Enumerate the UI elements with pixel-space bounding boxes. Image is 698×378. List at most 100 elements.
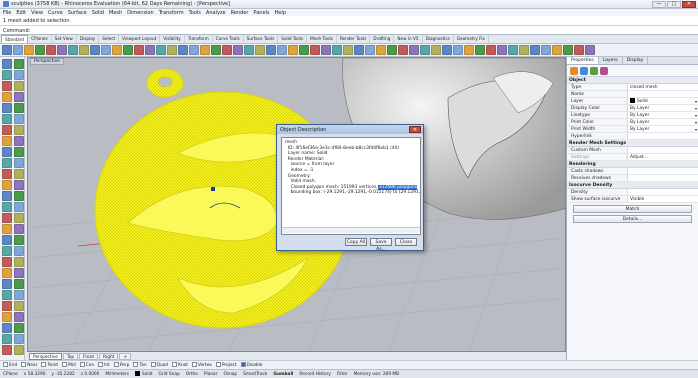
side-tool-icon[interactable] (14, 334, 24, 344)
side-tool-icon[interactable] (14, 92, 24, 102)
property-value[interactable]: Solid ▾ (627, 98, 698, 104)
side-tool-icon[interactable] (14, 70, 24, 80)
side-tool-icon[interactable] (14, 257, 24, 267)
side-tool-icon[interactable] (2, 103, 12, 113)
toolbar-tool-icon[interactable] (57, 45, 67, 55)
close-window-button[interactable]: ✕ (682, 1, 696, 8)
checkbox[interactable] (79, 362, 85, 367)
tab-new-in-v5[interactable]: New in V5 (394, 35, 423, 43)
side-tool-icon[interactable] (14, 290, 24, 300)
panel-tab-display[interactable]: Display (623, 57, 649, 64)
side-tool-icon[interactable] (14, 279, 24, 289)
osnap-int[interactable]: Int (98, 362, 110, 368)
close-button[interactable]: Close (395, 238, 417, 246)
details-button[interactable]: Details... (573, 215, 692, 223)
side-tool-icon[interactable] (14, 213, 24, 223)
save-as-button[interactable]: Save As... (370, 238, 392, 252)
toolbar-tool-icon[interactable] (431, 45, 441, 55)
toolbar-tool-icon[interactable] (519, 45, 529, 55)
side-tool-icon[interactable] (2, 169, 12, 179)
panel-tab-properties[interactable]: Properties (567, 57, 599, 64)
object-description-text[interactable]: mesh ID: 4f16ef36a-3e3c-4f84-8eeb-b8cc3f… (281, 137, 421, 235)
tab-set-view[interactable]: Set View (52, 35, 77, 43)
osnap-near[interactable]: Near (21, 362, 37, 368)
side-tool-icon[interactable] (14, 125, 24, 135)
toolbar-tool-icon[interactable] (321, 45, 331, 55)
property-value[interactable]: closed mesh (627, 84, 698, 90)
viewtab-perspective[interactable]: Perspective (29, 352, 62, 360)
side-tool-icon[interactable] (14, 235, 24, 245)
osnap-perp[interactable]: Perp (113, 362, 129, 368)
tab-select[interactable]: Select (99, 35, 120, 43)
side-tool-icon[interactable] (14, 158, 24, 168)
menu-mesh[interactable]: Mesh (109, 10, 122, 16)
texture-mapping-icon[interactable] (590, 66, 598, 75)
toolbar-tool-icon[interactable] (442, 45, 452, 55)
toolbar-tool-icon[interactable] (13, 45, 23, 55)
status-toggle-grid-snap[interactable]: Grid Snap (159, 372, 180, 377)
tab-transform[interactable]: Transform (185, 35, 213, 43)
side-tool-icon[interactable] (2, 312, 12, 322)
viewtab-right[interactable]: Right (99, 352, 119, 360)
checkbox[interactable] (240, 362, 246, 367)
toolbar-tool-icon[interactable] (574, 45, 584, 55)
toolbar-tool-icon[interactable] (112, 45, 122, 55)
osnap-knot[interactable]: Knot (172, 362, 188, 368)
property-value[interactable] (627, 91, 698, 97)
checkbox[interactable] (62, 362, 68, 367)
toolbar-tool-icon[interactable] (79, 45, 89, 55)
checkbox[interactable] (215, 362, 221, 367)
side-tool-icon[interactable] (14, 246, 24, 256)
tab-display[interactable]: Display (77, 35, 100, 43)
tab-geometry-fix[interactable]: Geometry Fix (454, 35, 489, 43)
toolbar-tool-icon[interactable] (35, 45, 45, 55)
property-value[interactable] (627, 133, 698, 139)
side-tool-icon[interactable] (14, 180, 24, 190)
property-value[interactable]: By Layer ▾ (627, 119, 698, 125)
checkbox[interactable] (150, 362, 156, 367)
toolbar-tool-icon[interactable] (541, 45, 551, 55)
side-tool-icon[interactable] (2, 114, 12, 124)
side-tool-icon[interactable] (14, 202, 24, 212)
menu-panels[interactable]: Panels (253, 10, 269, 16)
toolbar-tool-icon[interactable] (530, 45, 540, 55)
toolbar-tool-icon[interactable] (288, 45, 298, 55)
tab-viewport-layout[interactable]: Viewport Layout (119, 35, 161, 43)
toolbar-tool-icon[interactable] (387, 45, 397, 55)
property-value[interactable]: By Layer ▾ (627, 126, 698, 132)
status-toggle-filter[interactable]: Filter (337, 372, 348, 377)
side-tool-icon[interactable] (2, 290, 12, 300)
side-tool-icon[interactable] (2, 180, 12, 190)
side-tool-icon[interactable] (2, 323, 12, 333)
side-tool-icon[interactable] (2, 246, 12, 256)
osnap-vertex[interactable]: Vertex (192, 362, 212, 368)
tab-diagnostics[interactable]: Diagnostics (423, 35, 454, 43)
tab-surface-tools[interactable]: Surface Tools (244, 35, 279, 43)
toolbar-tool-icon[interactable] (266, 45, 276, 55)
tab-mesh-tools[interactable]: Mesh Tools (307, 35, 337, 43)
menu-help[interactable]: Help (275, 10, 286, 16)
tab-drafting[interactable]: Drafting (370, 35, 395, 43)
gumball-marker[interactable] (211, 187, 215, 191)
chevron-down-icon[interactable]: ▾ (695, 98, 697, 105)
property-value[interactable]: By Layer ▾ (627, 112, 698, 118)
property-value[interactable] (627, 175, 698, 181)
side-tool-icon[interactable] (14, 169, 24, 179)
menu-transform[interactable]: Transform (159, 10, 184, 16)
osnap-mid[interactable]: Mid (62, 362, 76, 368)
dialog-horizontal-scrollbar[interactable] (282, 227, 420, 233)
property-value[interactable] (627, 147, 698, 153)
toolbar-tool-icon[interactable] (233, 45, 243, 55)
side-tool-icon[interactable] (2, 279, 12, 289)
toolbar-tool-icon[interactable] (244, 45, 254, 55)
checkbox[interactable] (133, 362, 139, 367)
menu-edit[interactable]: Edit (16, 10, 26, 16)
side-tool-icon[interactable] (2, 334, 12, 344)
toolbar-tool-icon[interactable] (464, 45, 474, 55)
side-tool-icon[interactable] (2, 268, 12, 278)
osnap-cen[interactable]: Cen (79, 362, 94, 368)
toolbar-tool-icon[interactable] (46, 45, 56, 55)
object-properties-icon[interactable] (570, 66, 578, 75)
side-tool-icon[interactable] (2, 301, 12, 311)
side-tool-icon[interactable] (2, 235, 12, 245)
